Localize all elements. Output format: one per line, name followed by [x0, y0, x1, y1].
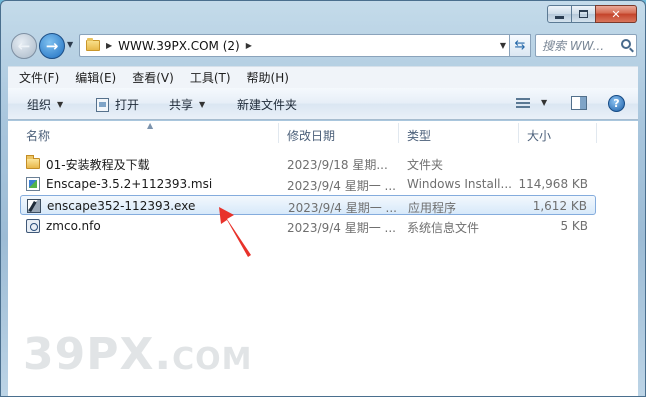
chevron-down-icon: ▼	[57, 100, 64, 109]
nfo-icon	[26, 219, 40, 233]
back-button[interactable]: ←	[11, 33, 37, 59]
column-divider[interactable]	[518, 123, 519, 143]
explorer-window: ✕ ← → ▼ ▶ WWW.39PX.COM (2) ▶ ▼ ⇆ 搜索 WW..…	[0, 0, 646, 397]
minimize-button[interactable]	[547, 5, 572, 23]
watermark-main: 39PX.	[23, 329, 173, 380]
file-type: 文件夹	[407, 158, 444, 172]
search-icon[interactable]	[621, 39, 631, 49]
column-divider[interactable]	[398, 123, 399, 143]
menu-tools[interactable]: 工具(T)	[183, 69, 240, 86]
menu-edit[interactable]: 编辑(E)	[68, 69, 125, 86]
breadcrumb-chevron-icon[interactable]: ▶	[246, 41, 252, 50]
forward-button[interactable]: →	[39, 33, 65, 59]
organize-label: 组织	[27, 98, 52, 112]
exe-icon	[27, 199, 41, 213]
file-name: 01-安装教程及下载	[46, 158, 150, 172]
breadcrumb-chevron-icon[interactable]: ▶	[106, 41, 112, 50]
menu-bar: 文件(F) 编辑(E) 查看(V) 工具(T) 帮助(H)	[8, 66, 638, 88]
file-name: enscape352-112393.exe	[47, 199, 196, 213]
column-divider[interactable]	[278, 123, 279, 143]
file-date: 2023/9/4 星期一 ...	[287, 221, 396, 235]
menu-help[interactable]: 帮助(H)	[240, 69, 298, 86]
watermark-suffix: COM	[172, 342, 253, 377]
organize-button[interactable]: 组织 ▼	[27, 96, 63, 113]
watermark-logo: 39PX.COM	[23, 329, 253, 380]
caption-buttons: ✕	[547, 5, 637, 23]
file-size: 5 KB	[560, 219, 588, 233]
back-arrow-icon: ←	[17, 37, 31, 55]
address-path[interactable]: WWW.39PX.COM (2)	[118, 39, 240, 53]
file-type: Windows Install...	[407, 177, 512, 191]
file-date: 2023/9/18 星期...	[287, 158, 388, 172]
msi-icon	[26, 177, 40, 191]
file-name: Enscape-3.5.2+112393.msi	[46, 177, 213, 191]
column-header: ▲ 名称 修改日期 类型 大小	[8, 121, 638, 146]
folder-icon	[86, 38, 100, 51]
column-name[interactable]: 名称	[26, 127, 50, 144]
sort-indicator-icon: ▲	[147, 121, 154, 130]
new-folder-label: 新建文件夹	[237, 98, 298, 112]
search-placeholder: 搜索 WW...	[542, 39, 605, 53]
minimize-icon	[555, 15, 564, 19]
column-divider[interactable]	[596, 123, 597, 143]
column-type[interactable]: 类型	[407, 127, 431, 144]
menu-view[interactable]: 查看(V)	[125, 69, 183, 86]
close-icon: ✕	[611, 7, 621, 21]
chevron-down-icon: ▼	[199, 100, 206, 109]
column-date[interactable]: 修改日期	[287, 127, 335, 144]
preview-pane-icon[interactable]	[571, 96, 587, 110]
menu-file[interactable]: 文件(F)	[12, 69, 68, 86]
command-bar: 组织 ▼ 打开 共享 ▼ 新建文件夹 ▼ ?	[8, 88, 638, 120]
share-label: 共享	[169, 98, 194, 112]
address-bar[interactable]: ▶ WWW.39PX.COM (2) ▶ ▼	[79, 34, 511, 57]
open-label: 打开	[115, 98, 140, 112]
help-icon[interactable]: ?	[608, 95, 625, 112]
file-row[interactable]: zmco.nfo 2023/9/4 星期一 ... 系统信息文件 5 KB	[20, 216, 596, 236]
search-input[interactable]: 搜索 WW...	[535, 34, 637, 57]
file-type: 系统信息文件	[407, 221, 480, 235]
address-dropdown-icon[interactable]: ▼	[500, 41, 506, 50]
open-icon	[96, 97, 109, 112]
file-name: zmco.nfo	[46, 219, 101, 233]
file-type: 应用程序	[408, 201, 457, 215]
maximize-button[interactable]	[571, 5, 596, 23]
file-row-selected[interactable]: enscape352-112393.exe 2023/9/4 星期一 ... 应…	[20, 195, 596, 215]
navigation-bar: ← → ▼ ▶ WWW.39PX.COM (2) ▶ ▼ ⇆ 搜索 WW...	[9, 32, 637, 60]
maximize-icon	[579, 10, 588, 18]
file-date: 2023/9/4 星期一 ...	[288, 201, 397, 215]
share-button[interactable]: 共享 ▼	[169, 96, 205, 113]
views-dropdown-icon[interactable]: ▼	[541, 98, 547, 107]
column-size[interactable]: 大小	[527, 127, 551, 144]
refresh-button[interactable]: ⇆	[509, 34, 531, 57]
file-size: 114,968 KB	[518, 177, 588, 191]
folder-icon	[26, 155, 40, 169]
file-row[interactable]: 01-安装教程及下载 2023/9/18 星期... 文件夹	[20, 153, 596, 173]
file-row[interactable]: Enscape-3.5.2+112393.msi 2023/9/4 星期一 ..…	[20, 174, 596, 194]
new-folder-button[interactable]: 新建文件夹	[237, 96, 297, 113]
file-size: 1,612 KB	[532, 199, 587, 213]
refresh-icon: ⇆	[514, 38, 526, 53]
file-date: 2023/9/4 星期一 ...	[287, 179, 396, 193]
recent-pages-dropdown[interactable]: ▼	[67, 40, 73, 49]
close-button[interactable]: ✕	[595, 5, 637, 23]
open-button[interactable]: 打开	[96, 96, 139, 113]
forward-arrow-icon: →	[45, 37, 59, 55]
views-icon[interactable]	[516, 98, 530, 110]
